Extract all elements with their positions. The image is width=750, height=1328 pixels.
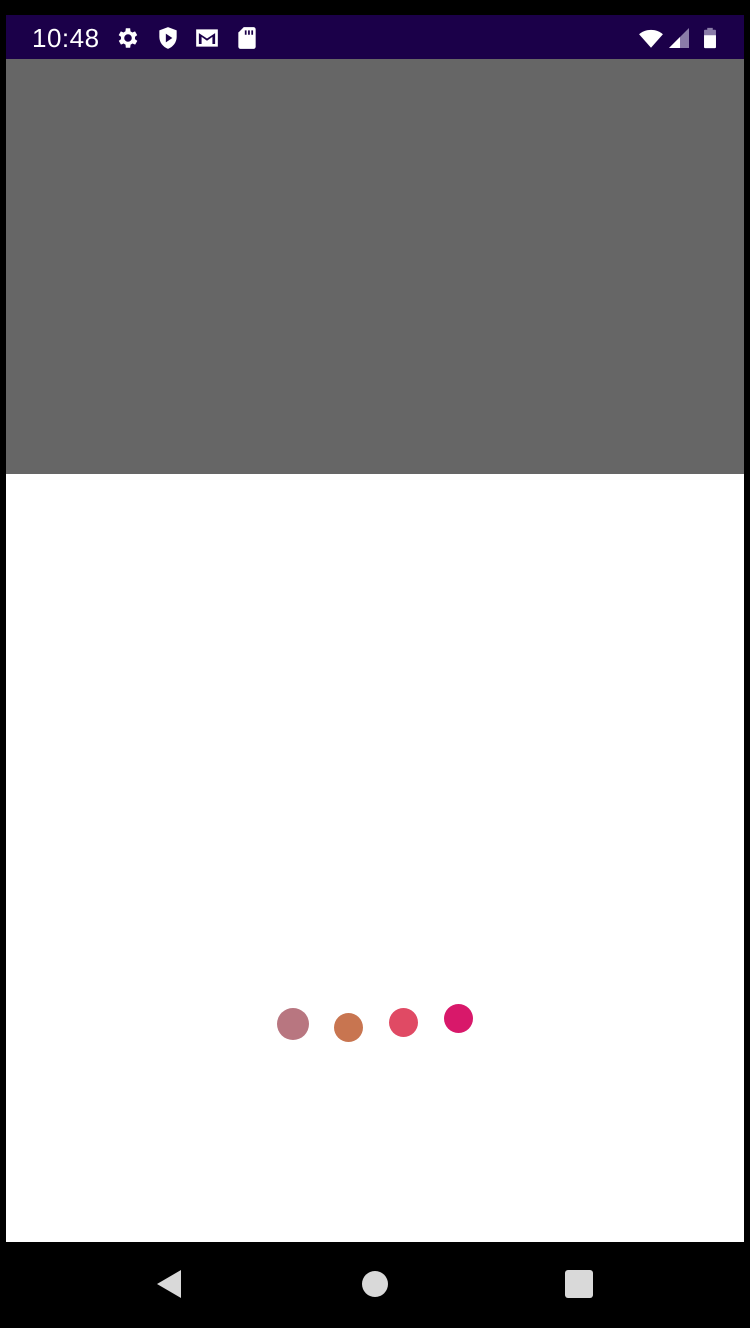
wifi-icon [636,25,666,51]
battery-icon [699,25,721,51]
sd-card-icon [234,25,260,51]
media-placeholder [6,59,744,474]
home-icon[interactable] [355,1264,395,1304]
status-bar: 10:48 [6,15,744,59]
cellular-signal-icon [667,25,691,51]
loading-dot-3 [389,1008,418,1037]
recents-icon[interactable] [559,1264,599,1304]
gmail-icon [193,25,221,51]
shield-play-icon [155,25,181,51]
back-icon[interactable] [149,1264,189,1304]
content-area [6,474,744,1242]
status-time: 10:48 [32,23,100,53]
loading-dot-1 [277,1008,309,1040]
settings-gear-icon [115,25,141,51]
loading-dot-4 [444,1004,473,1033]
app-window: 10:48 [6,15,744,1242]
loading-indicator [6,474,744,1242]
loading-dot-2 [334,1013,363,1042]
navigation-bar [0,1242,750,1328]
